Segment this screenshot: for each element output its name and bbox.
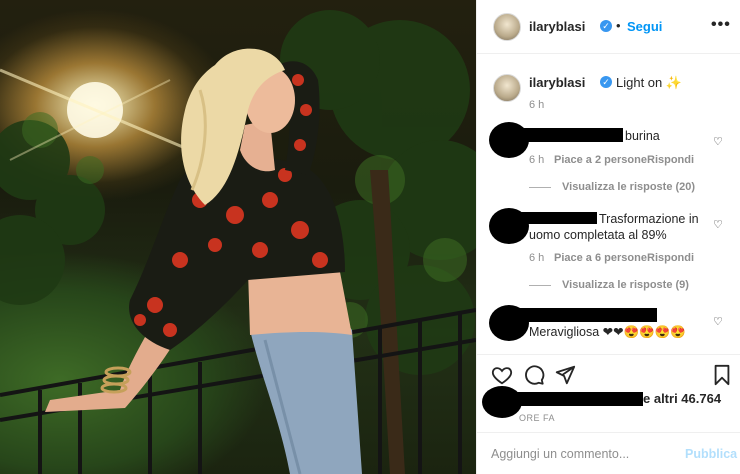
publish-button[interactable]: Pubblica xyxy=(685,447,737,461)
replies-line xyxy=(529,285,551,286)
comment-divider xyxy=(477,432,740,433)
likes-count[interactable]: e altri 46.764 xyxy=(643,391,721,406)
caption-username[interactable]: ilaryblasi xyxy=(529,75,585,90)
comment-text: Meravigliosa ❤❤😍😍😍😍 xyxy=(529,325,686,339)
add-comment-input[interactable]: Aggiungi un commento... xyxy=(491,447,629,461)
reply-button[interactable]: Rispondi xyxy=(647,154,694,166)
reply-button[interactable]: Rispondi xyxy=(647,252,694,264)
post-header: ilaryblasi ✓ • Segui ••• xyxy=(477,0,740,54)
comment-text-line1: Trasformazione in xyxy=(599,212,699,226)
comment-likes[interactable]: Piace a 2 persone xyxy=(554,154,647,166)
follow-button[interactable]: Segui xyxy=(627,19,662,34)
post-time: ORE FA xyxy=(519,413,556,423)
caption-text: Light on ✨ xyxy=(616,75,683,90)
caption-time: 6 h xyxy=(529,99,545,111)
comment-username-redacted xyxy=(517,128,623,142)
comment-heart-icon[interactable]: ♡ xyxy=(713,218,723,231)
comment-likes[interactable]: Piace a 6 persone xyxy=(554,252,647,264)
replies-line xyxy=(529,187,551,188)
heart-icon[interactable] xyxy=(491,364,513,386)
comment-text: burina xyxy=(625,129,660,143)
bookmark-icon[interactable] xyxy=(712,364,732,386)
verified-icon: ✓ xyxy=(600,76,612,88)
comment-text-line2: uomo completata al 89% xyxy=(529,228,667,242)
comment-heart-icon[interactable]: ♡ xyxy=(713,315,723,328)
comment-username-redacted xyxy=(517,212,597,224)
share-icon[interactable] xyxy=(554,364,576,386)
separator-dot: • xyxy=(616,18,621,33)
view-replies-button[interactable]: Visualizza le risposte (9) xyxy=(562,279,689,291)
verified-icon: ✓ xyxy=(600,20,612,32)
more-icon[interactable]: ••• xyxy=(711,16,731,34)
comment-time: 6 h xyxy=(529,154,545,166)
comment-username-redacted xyxy=(517,308,657,322)
caption-avatar[interactable] xyxy=(493,74,521,102)
actions-divider xyxy=(477,354,740,355)
header-username[interactable]: ilaryblasi xyxy=(529,19,585,34)
avatar[interactable] xyxy=(493,13,521,41)
comment-icon[interactable] xyxy=(523,364,545,386)
post-photo[interactable] xyxy=(0,0,476,474)
comment-time: 6 h xyxy=(529,252,545,264)
likes-username-redacted xyxy=(507,392,643,406)
post-sidebar: ilaryblasi ✓ • Segui ••• ilaryblasi ✓ Li… xyxy=(476,0,740,474)
comment-heart-icon[interactable]: ♡ xyxy=(713,135,723,148)
view-replies-button[interactable]: Visualizza le risposte (20) xyxy=(562,181,695,193)
photo-illustration xyxy=(0,10,476,474)
